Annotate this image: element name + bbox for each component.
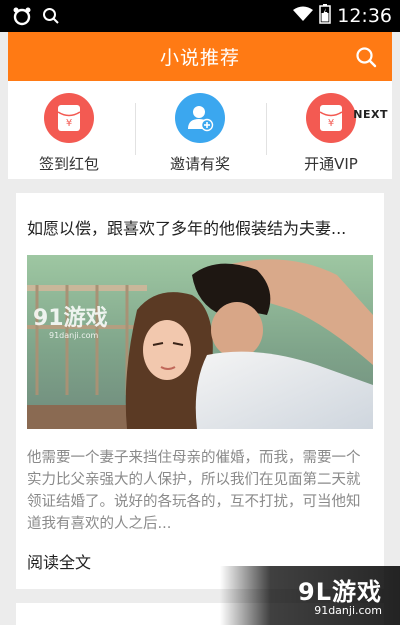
novel-excerpt: 他需要一个妻子来挡住母亲的催婚，而我，需要一个实力比父亲强大的人保护，所以我们在… — [27, 450, 361, 532]
novel-cover-image[interactable]: 91游戏 91danji.com — [27, 255, 373, 429]
search-icon[interactable] — [354, 45, 378, 69]
red-envelope-icon: ¥ — [44, 93, 94, 143]
status-bar: 12:36 — [0, 0, 400, 32]
page-title: 小说推荐 — [159, 47, 240, 69]
image-watermark: 91游戏 — [33, 305, 108, 331]
quick-action-label: 邀请有奖 — [169, 155, 230, 173]
status-time: 12:36 — [337, 5, 392, 27]
quick-actions-bar: ¥ 签到红包 邀请有奖 ¥ 开通VIP NEXT — [8, 81, 392, 179]
app-notification-icon — [12, 6, 32, 30]
svg-text:¥: ¥ — [328, 118, 334, 129]
watermark-logo: 9L游戏 — [298, 578, 382, 606]
app-header: 小说推荐 — [8, 32, 392, 81]
quick-action-label: 签到红包 — [38, 155, 99, 173]
novel-title[interactable]: 如愿以偿，跟喜欢了多年的他假装结为夫妻... — [27, 215, 373, 239]
search-icon — [42, 7, 60, 29]
read-full-text-link[interactable]: 阅读全文 — [27, 549, 91, 573]
divider — [266, 103, 267, 155]
svg-text:¥: ¥ — [66, 118, 72, 129]
red-envelope-icon: ¥ — [306, 93, 356, 143]
checkin-redpacket-button[interactable]: ¥ 签到红包 — [14, 93, 124, 174]
quick-action-label: 开通VIP — [304, 155, 358, 173]
next-button[interactable]: NEXT — [353, 108, 388, 121]
wifi-icon — [293, 6, 314, 26]
novel-card[interactable]: 如愿以偿，跟喜欢了多年的他假装结为夫妻... 91游戏 91danji.com … — [16, 193, 384, 589]
image-watermark-sub: 91danji.com — [49, 331, 99, 340]
battery-icon — [319, 4, 331, 28]
invite-reward-button[interactable]: 邀请有奖 — [145, 93, 255, 174]
site-watermark: 9L游戏 91danji.com — [220, 566, 400, 625]
add-user-icon — [175, 93, 225, 143]
open-vip-button[interactable]: ¥ 开通VIP — [276, 93, 386, 174]
divider — [135, 103, 136, 155]
watermark-url: 91danji.com — [314, 604, 382, 617]
